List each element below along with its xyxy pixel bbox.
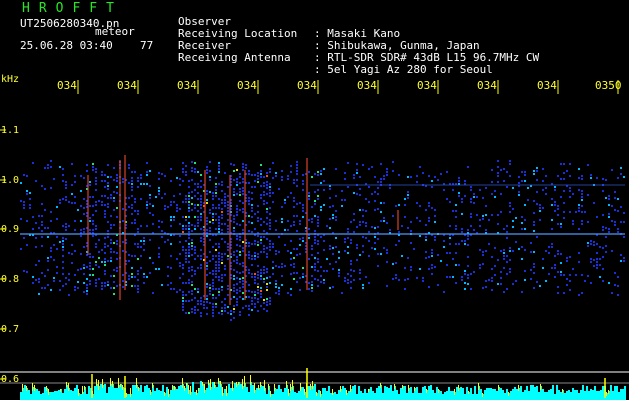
signal-level-graph [20, 375, 626, 400]
spectrogram-noise-band [20, 160, 625, 321]
spectrogram-plot [0, 80, 629, 400]
